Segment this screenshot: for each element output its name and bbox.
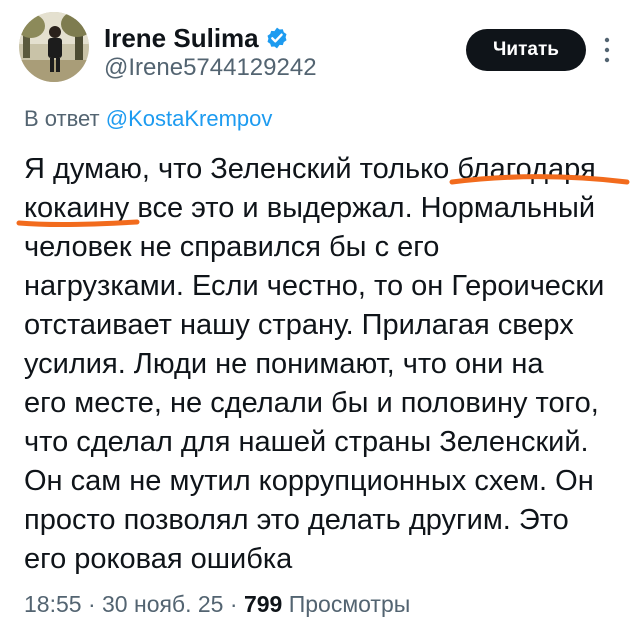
tweet-line: просто позволял это делать другим. Это [24,504,569,536]
verified-badge-icon[interactable] [265,26,289,50]
tweet-line: что сделал для нашей страны Зеленский. [24,426,589,458]
reply-context: В ответ @KostaKrempov [24,106,272,132]
avatar-photo [19,12,89,82]
reply-mention-link[interactable]: @KostaKrempov [106,106,273,131]
tweet-line: нагрузками. Если честно, то он Героическ… [24,270,605,302]
meta-separator: · [87,591,96,617]
follow-button[interactable]: Читать [466,29,586,71]
tweet-text: Я думаю, что Зеленский только благодаря … [24,150,629,579]
more-options-icon[interactable] [600,32,614,68]
tweet-line: его роковая ошибка [24,543,293,575]
tweet-line: человек не справился бы с его [24,231,440,263]
tweet-line: кокаину все это и выдержал. Нормальный [24,192,596,224]
views-count: 799 [243,591,283,617]
reply-prefix: В ответ [24,106,100,131]
meta-separator: · [229,591,238,617]
tweet-line: его месте, не сделали бы и половину того… [24,387,599,419]
author-display-name[interactable]: Irene Sulima [104,23,259,54]
tweet-line: Я думаю, что Зеленский только благодаря [24,153,596,185]
tweet-date[interactable]: 30 нояб. 25 [102,591,223,617]
views-label: Просмотры [288,591,411,617]
tweet-meta: 18:55 · 30 нояб. 25 · 799 Просмотры [24,591,410,618]
author-name-row: Irene Sulima [104,20,289,56]
tweet-line: отстаивает нашу страну. Прилагая сверх [24,309,574,341]
tweet-line: усилия. Люди не понимают, что они на [24,348,544,380]
tweet-line: Он сам не мутил коррупционных схем. Он [24,465,594,497]
tweet-time[interactable]: 18:55 [24,591,82,617]
author-handle[interactable]: @Irene5744129242 [104,54,317,82]
avatar[interactable] [19,12,89,82]
